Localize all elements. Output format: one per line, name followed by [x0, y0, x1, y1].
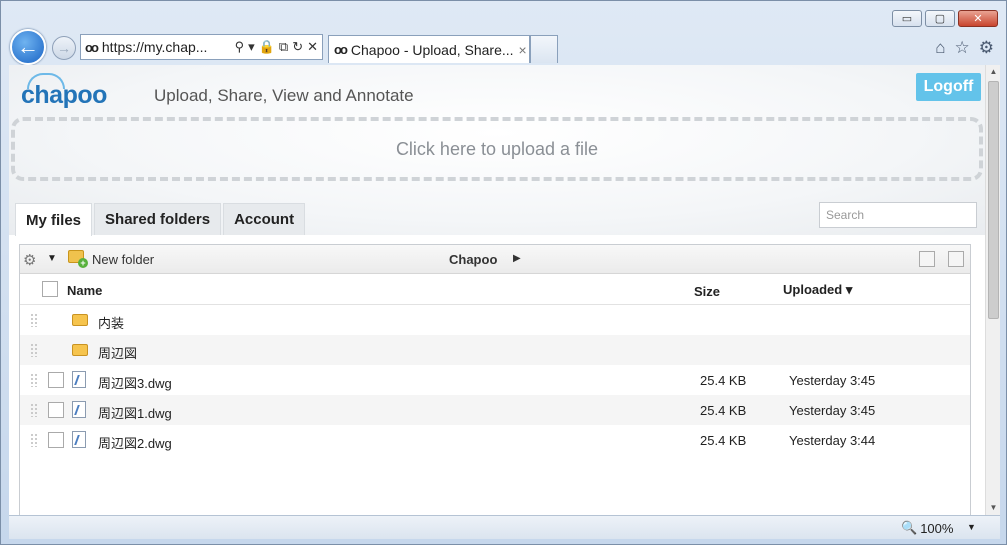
file-panel: ⚙ ▼ New folder Chapoo ▶ Name Size Upload… — [19, 244, 971, 515]
chapoo-logo[interactable]: chapoo — [21, 73, 107, 110]
search-placeholder: Search — [826, 208, 865, 222]
address-bar[interactable]: oo https://my.chap... ⚲ ▾ 🔒 ⧉ ↻ ✕ — [80, 34, 323, 60]
table-row[interactable]: 内装 — [20, 305, 970, 335]
browser-tab[interactable]: oo Chapoo - Upload, Share... × — [328, 35, 530, 63]
compatibility-icon[interactable]: ⧉ — [279, 39, 288, 55]
new-tab-button[interactable] — [530, 35, 558, 63]
grid-view-icon[interactable] — [948, 251, 964, 267]
table-row[interactable]: 周辺図 — [20, 335, 970, 365]
row-name[interactable]: 周辺図 — [98, 343, 137, 362]
drag-handle-icon[interactable] — [30, 403, 38, 417]
tab-title: Chapoo - Upload, Share... — [350, 41, 514, 58]
upload-dropzone[interactable]: Click here to upload a file — [11, 117, 983, 181]
scroll-up-icon[interactable]: ▲ — [986, 65, 1001, 79]
table-row[interactable]: 周辺図2.dwg 25.4 KB Yesterday 3:44 — [20, 425, 970, 455]
zoom-dropdown-icon[interactable]: ▼ — [967, 522, 976, 532]
row-name[interactable]: 周辺図2.dwg — [98, 433, 172, 452]
window-controls: ▭ ▢ ✕ — [892, 10, 998, 27]
tab-my-files[interactable]: My files — [15, 203, 93, 236]
scroll-down-icon[interactable]: ▼ — [986, 501, 1001, 515]
home-icon[interactable]: ⌂ — [935, 38, 945, 58]
folder-icon — [72, 344, 88, 356]
tab-close-icon[interactable]: × — [519, 42, 527, 58]
close-window-button[interactable]: ✕ — [958, 10, 998, 27]
drag-handle-icon[interactable] — [30, 373, 38, 387]
back-button[interactable]: ← — [10, 29, 46, 65]
page-viewport: chapoo Upload, Share, View and Annotate … — [9, 65, 985, 515]
maximize-button[interactable]: ▢ — [925, 10, 955, 27]
zoom-icon: 🔍 — [901, 520, 918, 535]
table-row[interactable]: 周辺図3.dwg 25.4 KB Yesterday 3:45 — [20, 365, 970, 395]
favorites-star-icon[interactable]: ☆ — [955, 38, 970, 58]
column-size[interactable]: Size — [694, 284, 720, 299]
drag-handle-icon[interactable] — [30, 433, 38, 447]
row-size: 25.4 KB — [700, 373, 747, 388]
page-tabs: My files Shared folders Account — [15, 203, 306, 236]
column-uploaded[interactable]: Uploaded ▾ — [783, 282, 852, 298]
breadcrumb[interactable]: Chapoo — [449, 252, 497, 267]
caret-down-icon[interactable]: ▼ — [47, 253, 57, 264]
scrollbar-thumb[interactable] — [988, 81, 999, 319]
table-row[interactable]: 周辺図1.dwg 25.4 KB Yesterday 3:45 — [20, 395, 970, 425]
logoff-button[interactable]: Logoff — [916, 73, 981, 101]
tab-account[interactable]: Account — [223, 203, 306, 235]
row-uploaded: Yesterday 3:45 — [789, 403, 876, 418]
browser-tools: ⌂ ☆ ⚙ — [935, 38, 994, 58]
upload-prompt: Click here to upload a file — [395, 138, 599, 159]
tagline: Upload, Share, View and Annotate — [154, 86, 414, 105]
drag-handle-icon[interactable] — [30, 343, 38, 357]
address-bar-icons: ⚲ ▾ 🔒 ⧉ ↻ ✕ — [235, 39, 318, 55]
drag-handle-icon[interactable] — [30, 313, 38, 327]
gear-icon[interactable]: ⚙ — [23, 251, 36, 269]
dwg-file-icon — [72, 431, 86, 448]
folder-icon — [72, 314, 88, 326]
address-text: https://my.chap... — [101, 39, 208, 55]
site-favicon-icon: oo — [85, 39, 99, 55]
new-folder-button[interactable]: New folder — [92, 252, 154, 267]
dwg-file-icon — [72, 371, 86, 388]
list-view-icon[interactable] — [919, 251, 935, 267]
table-header: Name Size Uploaded ▾ — [20, 274, 970, 305]
breadcrumb-arrow-icon[interactable]: ▶ — [513, 253, 521, 264]
row-checkbox[interactable] — [48, 372, 64, 388]
status-bar: 🔍 100% ▼ — [9, 515, 1000, 539]
row-name[interactable]: 周辺図1.dwg — [98, 403, 172, 422]
zoom-control[interactable]: 🔍 100% — [901, 520, 953, 536]
dwg-file-icon — [72, 401, 86, 418]
row-size: 25.4 KB — [700, 433, 747, 448]
gear-icon[interactable]: ⚙ — [979, 38, 994, 58]
row-uploaded: Yesterday 3:44 — [789, 433, 876, 448]
tab-shared-folders[interactable]: Shared folders — [94, 203, 222, 235]
tab-favicon-icon: oo — [334, 42, 348, 57]
file-toolbar: ⚙ ▼ New folder Chapoo ▶ — [20, 245, 970, 274]
vertical-scrollbar[interactable]: ▲ ▼ — [985, 65, 1000, 515]
zoom-level: 100% — [920, 520, 954, 536]
stop-icon[interactable]: ✕ — [307, 39, 318, 55]
row-checkbox[interactable] — [48, 402, 64, 418]
select-all-checkbox[interactable] — [42, 281, 58, 297]
search-input[interactable]: Search — [819, 202, 977, 228]
lock-icon[interactable]: 🔒 — [259, 39, 275, 55]
row-name[interactable]: 周辺図3.dwg — [98, 373, 172, 392]
forward-button[interactable]: → — [52, 36, 76, 60]
back-arrow-icon: ← — [17, 34, 39, 59]
sort-desc-icon: ▾ — [845, 282, 853, 297]
refresh-icon[interactable]: ↻ — [292, 39, 303, 55]
row-name[interactable]: 内装 — [98, 313, 124, 332]
forward-arrow-icon: → — [57, 40, 71, 56]
dropdown-icon[interactable]: ▾ — [248, 39, 255, 55]
row-checkbox[interactable] — [48, 432, 64, 448]
search-icon[interactable]: ⚲ — [235, 39, 245, 55]
column-name[interactable]: Name — [67, 283, 102, 298]
row-uploaded: Yesterday 3:45 — [789, 373, 876, 388]
new-folder-icon[interactable] — [68, 250, 88, 268]
minimize-button[interactable]: ▭ — [892, 10, 922, 27]
row-size: 25.4 KB — [700, 403, 747, 418]
browser-window: ▭ ▢ ✕ ← → oo https://my.chap... ⚲ ▾ 🔒 ⧉ … — [0, 0, 1007, 545]
